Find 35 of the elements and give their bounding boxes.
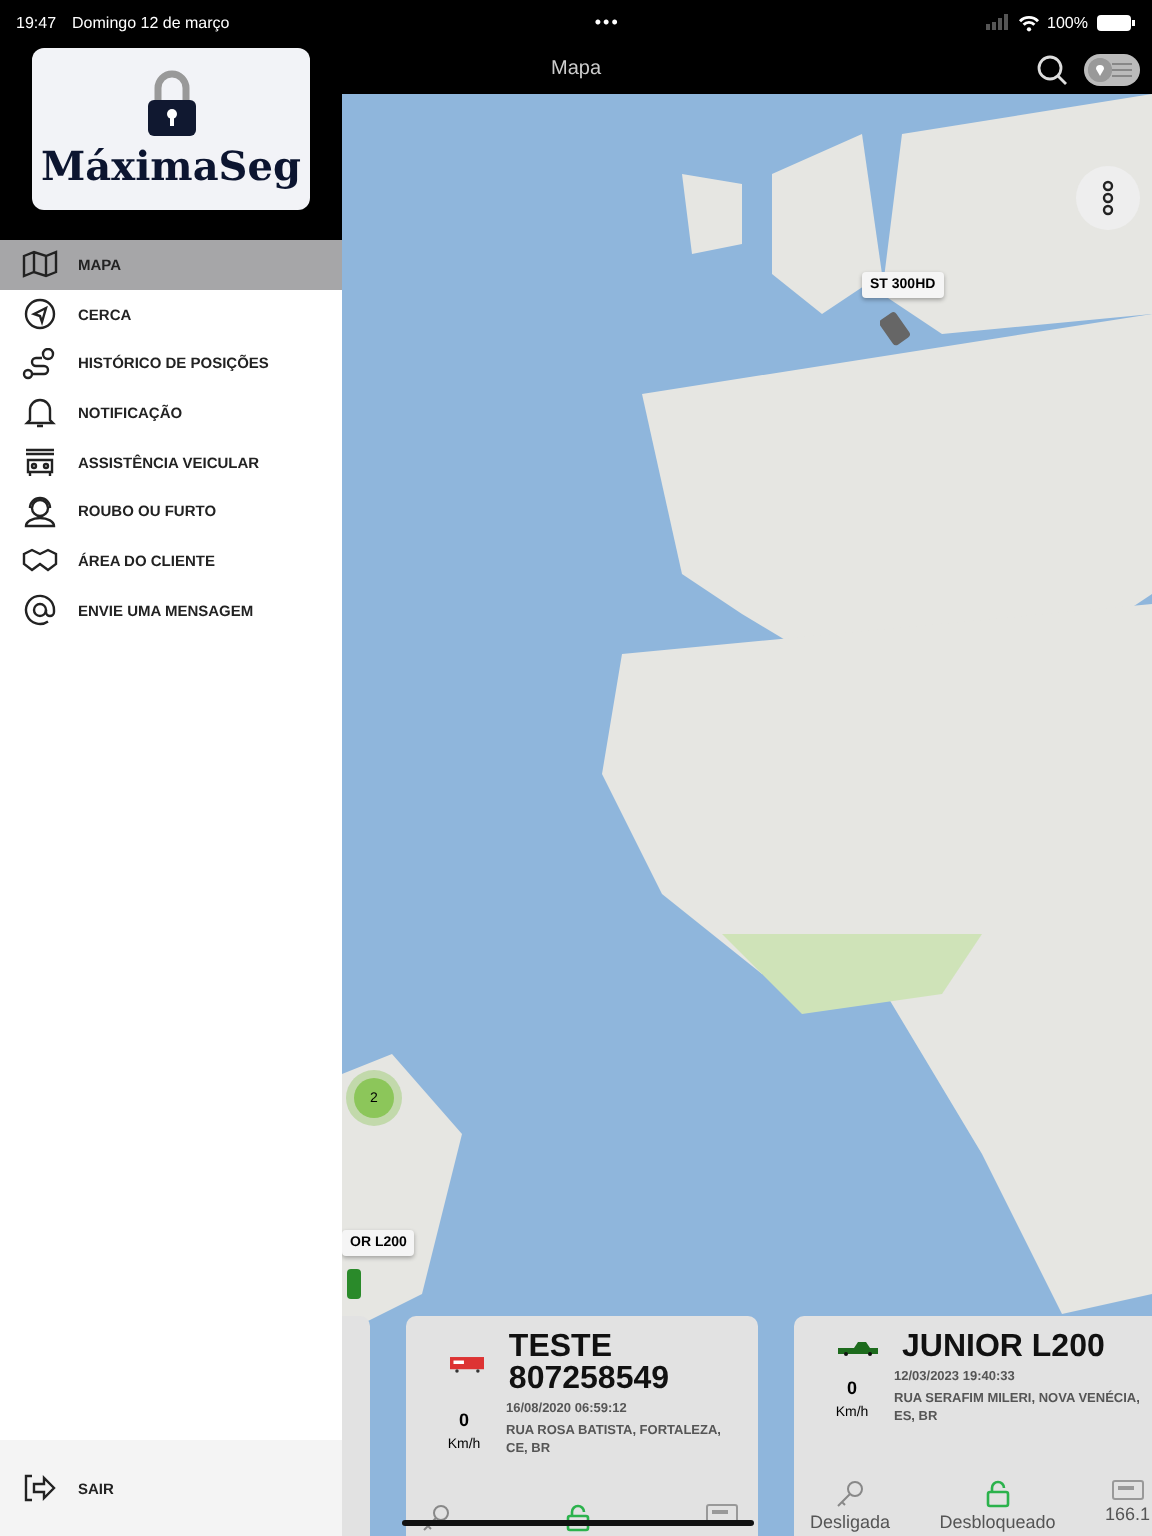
speed-value: 0 (846, 1377, 857, 1397)
map-pin-icon (1088, 57, 1112, 81)
logout-icon (22, 1472, 58, 1504)
pickup-truck-icon (838, 1340, 878, 1356)
fire-truck-icon (450, 1354, 485, 1374)
view-toggle[interactable] (1084, 53, 1140, 85)
logo-text: MáximaSeg (41, 141, 301, 189)
status-time: 19:47 (16, 13, 57, 31)
status-label: 166.1 (1104, 1504, 1150, 1524)
at-sign-icon (22, 594, 58, 627)
list-icon (1112, 61, 1132, 77)
vehicle-name: TESTE 807258549 (508, 1332, 672, 1396)
battery-voltage-icon (1111, 1480, 1144, 1500)
multitask-dots: ••• (594, 12, 620, 32)
key-icon (422, 1504, 450, 1532)
status-label: Desbloqueado (939, 1512, 1056, 1532)
wifi-icon (1017, 13, 1040, 31)
map-icon (22, 248, 58, 281)
vehicle-name: JUNIOR L200 (902, 1332, 1105, 1364)
screen-title: Mapa (551, 58, 601, 80)
battery-percent: 100% (1047, 13, 1088, 31)
signal-icon (985, 14, 1010, 30)
car-icon (22, 446, 58, 479)
key-icon (836, 1480, 865, 1508)
more-vertical-icon (1102, 180, 1114, 216)
bell-icon (22, 396, 58, 429)
status-label: Desligada (810, 1512, 891, 1532)
headset-icon (22, 495, 58, 528)
search-icon[interactable] (1036, 53, 1068, 85)
speed-value: 0 (458, 1409, 469, 1429)
padlock-icon (145, 69, 197, 137)
battery-icon (1095, 13, 1136, 31)
status-date: Domingo 12 de março (72, 13, 230, 31)
route-icon (22, 347, 58, 380)
navigation-icon (22, 298, 58, 331)
